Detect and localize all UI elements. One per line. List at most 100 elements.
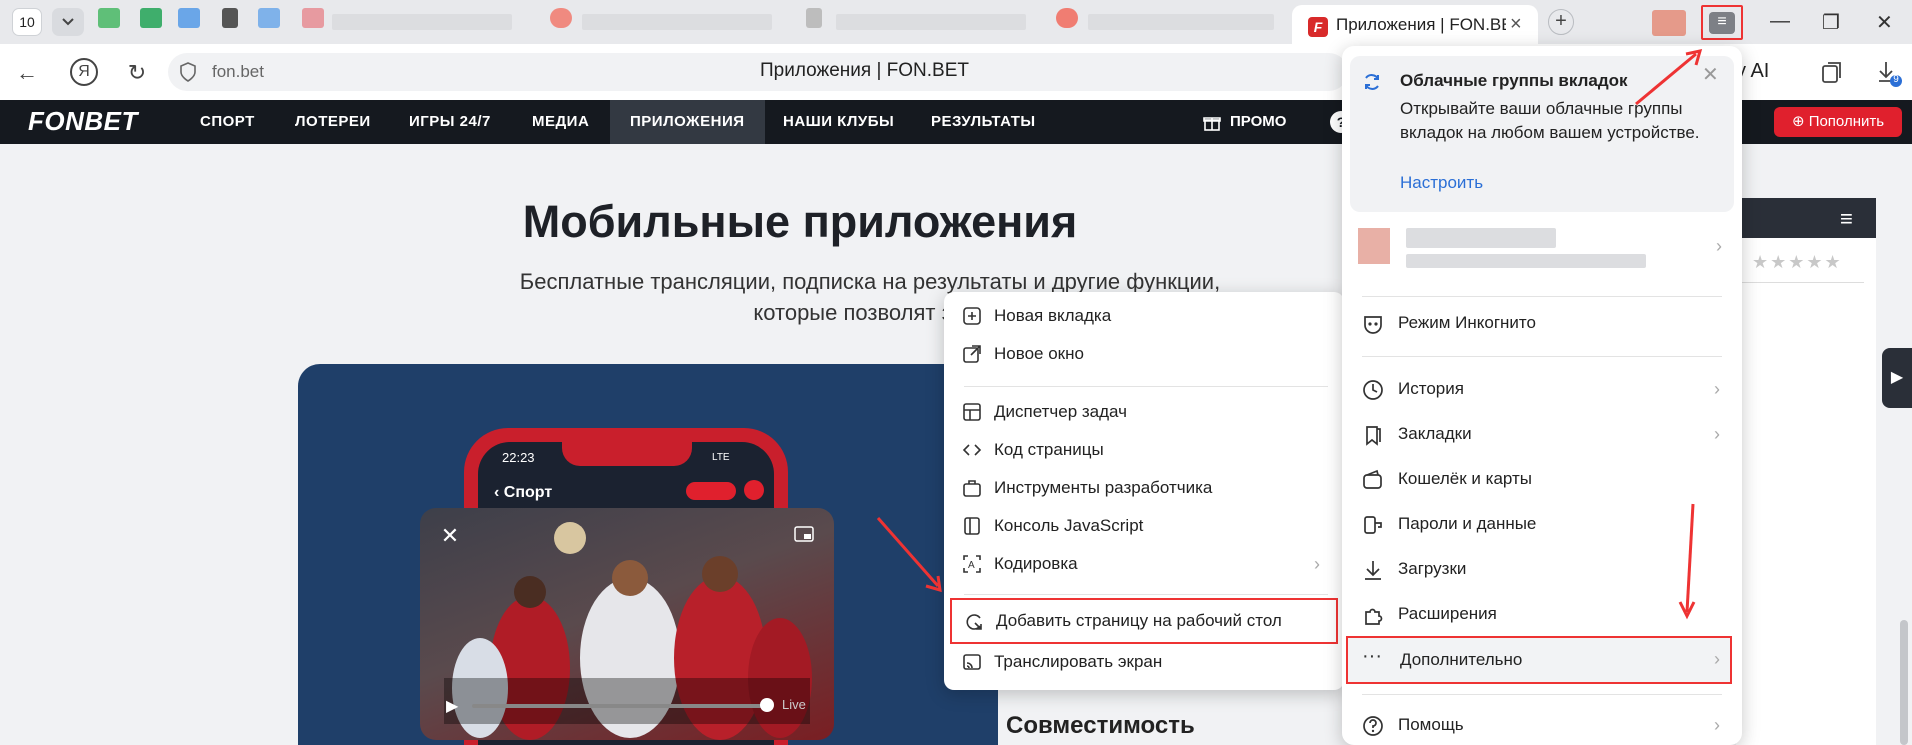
menu-item-add-to-desktop[interactable]: Добавить страницу на рабочий стол [950,598,1338,644]
phone-status: LTE [712,452,730,463]
more-icon: ··· [1362,645,1382,667]
chevron-down-icon [62,18,74,26]
nav-media[interactable]: МЕДИА [512,100,609,144]
new-tab-button[interactable]: + [1548,9,1574,35]
annotation-arrow-menu [1635,49,1703,106]
menu-item-new-tab[interactable]: Новая вкладка [962,300,1326,332]
add-to-desktop-icon [966,614,982,630]
menu-item-wallet[interactable]: Кошелёк и карты [1362,461,1732,497]
background-tab[interactable] [140,8,162,36]
code-icon [962,444,982,456]
menu-item-label: Расширения [1398,604,1497,623]
browser-menu-button[interactable]: ≡ [1701,5,1743,40]
scrollbar[interactable] [1900,620,1908,745]
menu-item-label: Кошелёк и карты [1398,469,1532,488]
menu-item-more[interactable]: ··· Дополнительно › [1346,636,1732,684]
background-tab[interactable] [302,8,522,36]
background-tab[interactable] [222,8,238,36]
extensions-icon [1365,608,1383,625]
menu-item-label: Добавить страницу на рабочий стол [996,611,1282,630]
devtools-icon [963,480,981,497]
video-progress-knob[interactable] [760,698,774,712]
tabs-dropdown-button[interactable] [52,8,84,36]
nav-sport[interactable]: СПОРТ [180,100,275,144]
nav-games[interactable]: ИГРЫ 24/7 [389,100,511,144]
hamburger-icon[interactable]: ≡ [1840,206,1853,232]
encoding-icon: A [963,555,981,573]
collections-icon[interactable] [1820,60,1844,84]
yandex-icon[interactable]: Я [70,58,98,86]
menu-divider [1362,356,1722,357]
menu-item-label: Кодировка [994,554,1078,573]
background-tab[interactable] [98,8,120,36]
menu-item-devtools[interactable]: Инструменты разработчика [962,472,1326,504]
side-tab-play-icon[interactable]: ▶ [1882,348,1912,408]
menu-item-label: История [1398,379,1464,398]
deposit-label: Пополнить [1808,113,1885,130]
account-row[interactable]: › [1358,224,1728,284]
menu-item-history[interactable]: История › [1362,371,1732,407]
cast-icon [963,654,981,670]
video-progress-bar[interactable] [472,704,768,708]
menu-item-encoding[interactable]: A Кодировка › [962,548,1326,580]
phone-notch [562,440,692,466]
background-tab[interactable] [550,8,780,36]
deposit-button[interactable]: ⊕ Пополнить [1774,107,1902,137]
play-icon[interactable]: ▶ [446,696,458,716]
background-tab[interactable] [1056,8,1284,36]
background-tab[interactable] [178,8,200,36]
menu-item-page-source[interactable]: Код страницы [962,434,1326,466]
back-chevron-icon: ‹ [494,484,504,501]
annotation-arrow-more [1678,503,1696,620]
menu-item-label: Диспетчер задач [994,402,1127,421]
nav-clubs[interactable]: НАШИ КЛУБЫ [763,100,914,144]
annotation-arrow-add-desktop [876,517,942,593]
menu-item-new-window[interactable]: Новое окно [962,338,1326,370]
video-close-icon[interactable]: ✕ [438,524,462,548]
window-close-icon[interactable]: ✕ [1876,10,1893,35]
restore-icon[interactable]: ❐ [1822,10,1840,35]
cloud-title: Облачные группы вкладок [1400,71,1628,90]
menu-item-help[interactable]: Помощь › [1362,707,1732,743]
hamburger-icon: ≡ [1709,12,1735,34]
plus-circle-icon: ⊕ [1791,113,1809,130]
chevron-right-icon: › [1714,424,1720,444]
background-tab[interactable] [806,8,1036,36]
tab-count-button[interactable]: 10 [12,8,42,36]
wallet-icon [1363,469,1382,489]
reload-icon[interactable]: ↻ [124,60,150,86]
nav-lotteries[interactable]: ЛОТЕРЕИ [275,100,391,144]
profile-avatar[interactable] [1652,10,1686,36]
menu-item-cast-screen[interactable]: Транслировать экран [962,646,1326,678]
close-tab-icon[interactable]: × [1510,13,1522,36]
menu-item-js-console[interactable]: Консоль JavaScript [962,510,1326,542]
bookmarks-icon [1366,426,1381,446]
menu-item-label: Консоль JavaScript [994,516,1144,535]
phone-time: 22:23 [502,450,535,465]
menu-item-bookmarks[interactable]: Закладки › [1362,416,1732,452]
back-icon[interactable]: ← [14,60,40,86]
pip-icon[interactable] [794,526,814,542]
account-name-blurred [1406,228,1556,248]
cloud-setup-link[interactable]: Настроить [1400,173,1483,193]
url-field[interactable] [168,53,1348,91]
minimize-icon[interactable]: — [1770,10,1790,33]
menu-item-task-manager[interactable]: Диспетчер задач [962,396,1326,428]
fonbet-favicon-icon: F [1308,17,1328,37]
right-card-header [1736,198,1876,238]
menu-item-label: Загрузки [1398,559,1467,578]
fonbet-logo[interactable]: FONBET [28,106,138,137]
gift-icon [1203,117,1221,131]
background-tab[interactable] [258,8,280,36]
nav-promo[interactable]: ПРОМО [1230,100,1286,144]
menu-item-incognito[interactable]: Режим Инкогнито [1362,305,1732,341]
history-icon [1363,380,1383,400]
active-tab-title: Приложения | FON.BET [1336,15,1506,34]
chevron-right-icon: › [1716,236,1722,256]
menu-item-label: Транслировать экран [994,652,1163,671]
help-icon [1363,716,1383,736]
nav-results[interactable]: РЕЗУЛЬТАТЫ [911,100,1056,144]
active-tab[interactable]: F Приложения | FON.BET × [1292,5,1538,44]
nav-apps[interactable]: ПРИЛОЖЕНИЯ [610,100,765,144]
compatibility-heading: Совместимость [1006,712,1195,739]
